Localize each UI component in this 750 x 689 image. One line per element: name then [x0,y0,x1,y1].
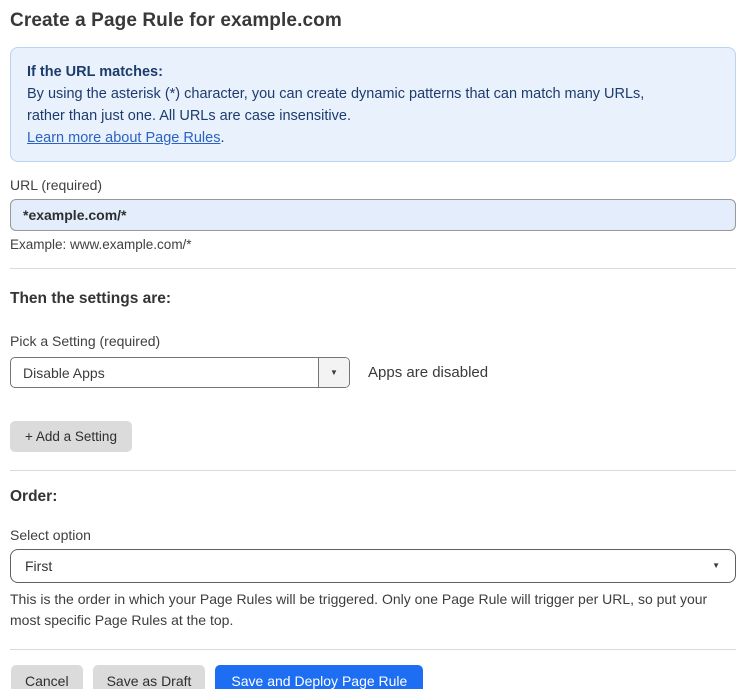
order-select-label: Select option [10,527,91,543]
settings-heading: Then the settings are: [10,290,172,307]
order-helper-text: This is the order in which your Page Rul… [10,591,708,628]
page-rule-form: Create a Page Rule for example.com If th… [0,0,750,689]
order-select[interactable]: First ▼ [10,549,736,583]
chevron-down-icon: ▼ [712,561,720,570]
save-and-deploy-button[interactable]: Save and Deploy Page Rule [215,665,424,689]
url-field-label: URL (required) [10,177,103,193]
setting-picker-label: Pick a Setting (required) [10,333,161,349]
url-input[interactable] [10,199,736,231]
setting-dropdown[interactable]: Disable Apps ▼ [10,357,350,388]
add-setting-button[interactable]: + Add a Setting [10,421,132,452]
order-heading: Order: [10,488,58,505]
section-divider [10,470,736,471]
learn-more-link[interactable]: Learn more about Page Rules [27,130,220,146]
page-title: Create a Page Rule for example.com [10,10,342,31]
setting-dropdown-arrow-button[interactable]: ▼ [318,358,349,387]
section-divider [10,268,736,269]
info-box-body-line: rather than just one. All URLs are case … [27,108,351,124]
footer-divider [10,649,736,650]
save-as-draft-button[interactable]: Save as Draft [92,665,206,689]
info-box-heading: If the URL matches: [27,64,163,80]
info-box-body-line: By using the asterisk (*) character, you… [27,86,645,102]
footer-actions: Cancel Save as Draft Save and Deploy Pag… [10,665,736,689]
url-match-info-box: If the URL matches: By using the asteris… [10,47,736,162]
cancel-button[interactable]: Cancel [11,665,83,689]
link-suffix: . [220,130,225,146]
order-select-value: First [25,558,53,574]
url-example-helper: Example: www.example.com/* [10,237,192,252]
info-box-link-line: Learn more about Page Rules. [27,127,719,149]
chevron-down-icon: ▼ [330,367,338,377]
setting-row: Disable Apps ▼ Apps are disabled [10,357,736,388]
setting-dropdown-value: Disable Apps [23,364,105,381]
setting-status-text: Apps are disabled [368,364,489,381]
